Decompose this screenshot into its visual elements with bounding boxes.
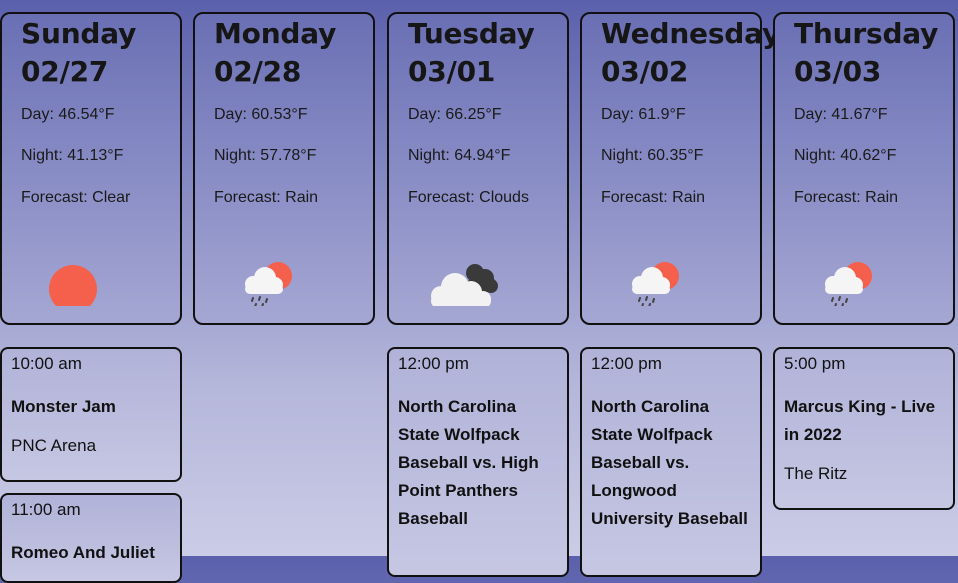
forecast-text: Forecast: Clear xyxy=(21,189,131,206)
event-card[interactable]: 12:00 pm North Carolina State Wolfpack B… xyxy=(387,347,569,577)
clouds-icon xyxy=(431,264,498,306)
event-card[interactable]: 12:00 pm North Carolina State Wolfpack B… xyxy=(580,347,762,577)
day-temperature: Day: 66.25°F xyxy=(408,106,502,123)
day-name: Tuesday xyxy=(408,17,535,50)
event-title: Monster Jam xyxy=(11,397,116,416)
night-temperature: Night: 64.94°F xyxy=(408,147,511,164)
forecast-text: Forecast: Rain xyxy=(794,189,899,206)
rain-icon xyxy=(825,262,872,306)
day-temperature: Day: 60.53°F xyxy=(214,106,308,123)
event-time: 10:00 am xyxy=(11,354,82,373)
day-name: Wednesday xyxy=(601,17,781,50)
day-card-tuesday: Tuesday 03/01 Day: 66.25°F Night: 64.94°… xyxy=(387,12,569,325)
forecast-text: Forecast: Clouds xyxy=(408,189,529,206)
event-time: 11:00 am xyxy=(11,500,81,519)
day-date: 02/28 xyxy=(214,55,302,88)
event-title: North Carolina State Wolfpack Baseball v… xyxy=(591,397,748,528)
event-title: North Carolina State Wolfpack Baseball v… xyxy=(398,397,539,528)
event-venue: PNC Arena xyxy=(11,436,97,455)
rain-icon xyxy=(632,262,679,306)
day-date: 03/03 xyxy=(794,55,882,88)
event-time: 12:00 pm xyxy=(591,354,662,373)
day-name: Sunday xyxy=(21,17,137,50)
day-card-sunday: Sunday 02/27 Day: 46.54°F Night: 41.13°F… xyxy=(0,12,182,325)
night-temperature: Night: 41.13°F xyxy=(21,147,124,164)
day-temperature: Day: 46.54°F xyxy=(21,106,115,123)
day-temperature: Day: 41.67°F xyxy=(794,106,888,123)
event-time: 5:00 pm xyxy=(784,354,846,373)
night-temperature: Night: 40.62°F xyxy=(794,147,897,164)
day-date: 03/01 xyxy=(408,55,496,88)
event-title: Marcus King - Live in 2022 xyxy=(784,397,936,444)
event-title: Romeo And Juliet xyxy=(11,543,155,562)
forecast-text: Forecast: Rain xyxy=(214,189,319,206)
night-temperature: Night: 60.35°F xyxy=(601,147,704,164)
event-card[interactable]: 5:00 pm Marcus King - Live in 2022 The R… xyxy=(773,347,955,510)
day-date: 02/27 xyxy=(21,55,109,88)
event-time: 12:00 pm xyxy=(398,354,469,373)
event-venue: The Ritz xyxy=(784,464,848,483)
day-card-monday: Monday 02/28 Day: 60.53°F Night: 57.78°F… xyxy=(193,12,375,325)
rain-icon xyxy=(245,262,292,306)
sun-icon xyxy=(49,265,97,306)
day-card-thursday: Thursday 03/03 Day: 41.67°F Night: 40.62… xyxy=(773,12,955,325)
day-temperature: Day: 61.9°F xyxy=(601,106,686,123)
day-name: Thursday xyxy=(794,17,939,50)
event-card[interactable]: 10:00 am Monster Jam PNC Arena xyxy=(0,347,182,482)
forecast-text: Forecast: Rain xyxy=(601,189,706,206)
night-temperature: Night: 57.78°F xyxy=(214,147,317,164)
day-date: 03/02 xyxy=(601,55,689,88)
day-card-wednesday: Wednesday 03/02 Day: 61.9°F Night: 60.35… xyxy=(580,12,780,325)
event-card[interactable]: 11:00 am Romeo And Juliet xyxy=(0,493,182,583)
day-name: Monday xyxy=(214,17,337,50)
